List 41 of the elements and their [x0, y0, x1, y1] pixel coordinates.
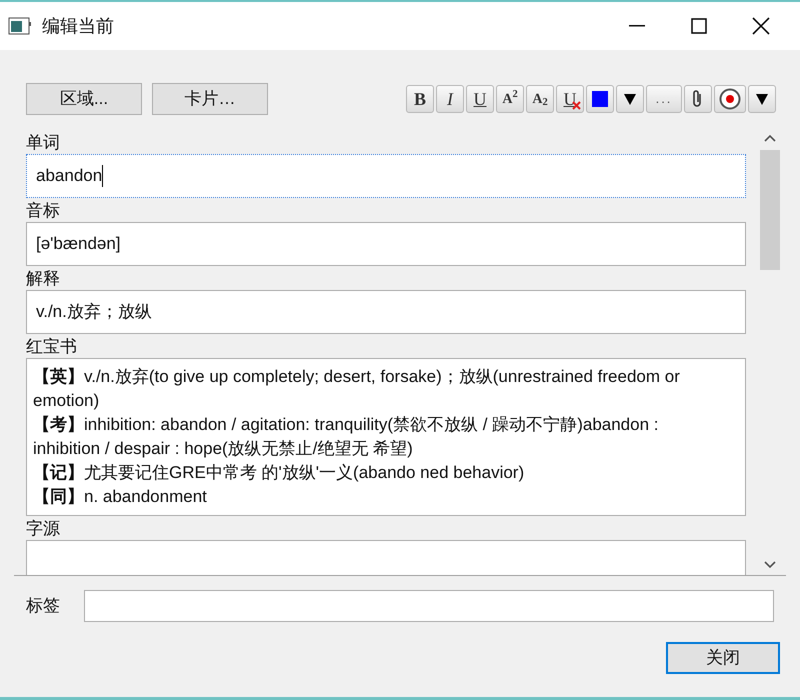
- field-paragraph: 【英】v./n.放弃(to give up completely; desert, forsake)；放纵(unrestrained freedom or emotion): [33, 366, 681, 412]
- scroll-up-icon: [764, 134, 776, 142]
- field-paragraph: 【记】尤其要记住GRE中常考 的'放纵'一义(abando ned behavior): [33, 462, 526, 484]
- field-label: 音标: [26, 200, 61, 222]
- text-field[interactable]: abandon: [26, 154, 746, 198]
- triangle-down-icon: [755, 92, 769, 106]
- triangle-down-icon: [623, 92, 637, 106]
- text-field[interactable]: [26, 540, 746, 575]
- field-paragraph: 【同】n. abandonment: [33, 486, 208, 508]
- app-icon: [8, 16, 32, 36]
- close-icon: [752, 17, 770, 35]
- maximize-icon: [691, 18, 707, 34]
- field-label: 字源: [26, 518, 61, 540]
- text-field[interactable]: [ə'bændən]: [26, 222, 746, 266]
- field-label: 解释: [26, 268, 61, 290]
- field-label: 单词: [26, 132, 61, 154]
- dialog-button[interactable]: 区域...: [26, 83, 142, 115]
- attach-button[interactable]: [684, 85, 712, 113]
- underline-button[interactable]: U: [466, 85, 494, 113]
- scroll-down-icon: [764, 561, 776, 569]
- tags-field[interactable]: [84, 590, 774, 622]
- close-button[interactable]: 关闭: [666, 642, 780, 674]
- minimize-icon: [629, 25, 645, 27]
- bold-button[interactable]: B: [406, 85, 434, 113]
- rich-text-field[interactable]: [26, 358, 746, 516]
- dropdown-button[interactable]: [748, 85, 776, 113]
- dropdown-button[interactable]: [616, 85, 644, 113]
- italic-button[interactable]: I: [436, 85, 464, 113]
- field-label: 红宝书: [26, 336, 78, 358]
- subscript-button[interactable]: A$_{2}$: [526, 85, 554, 113]
- field-paragraph: 【考】inhibition: abandon / agitation: tranquility(禁欲不放纵 / 躁动不宁静)abandon : inhibition / despair : hope(放纵无禁止/绝望无 希望): [33, 414, 660, 460]
- text-color-button[interactable]: [586, 85, 614, 113]
- tags-label: 标签: [26, 595, 61, 618]
- record-button[interactable]: [714, 85, 746, 113]
- more-button[interactable]: ...: [646, 85, 682, 113]
- dialog-button[interactable]: 卡片…: [152, 83, 268, 115]
- superscript-button[interactable]: A$^{2}$: [496, 85, 524, 113]
- scrollbar-thumb[interactable]: [760, 150, 780, 270]
- window-title: 编辑当前: [42, 14, 114, 38]
- text-field[interactable]: v./n.放弃；放纵: [26, 290, 746, 334]
- record-icon: [719, 88, 741, 110]
